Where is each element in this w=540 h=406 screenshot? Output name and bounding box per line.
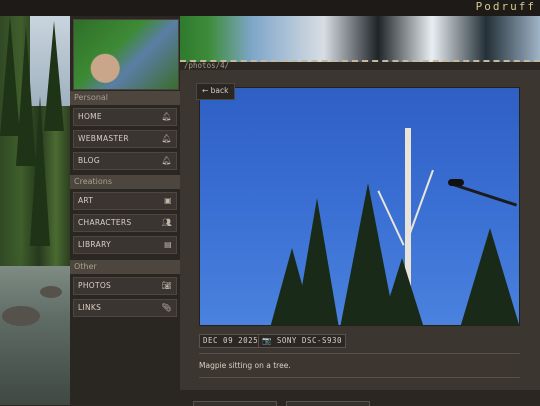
nav-item-label: LINKS xyxy=(78,303,102,312)
site-title: Podruff xyxy=(475,0,536,13)
nav-item-art[interactable]: ART ▣ xyxy=(73,192,177,210)
camera-tag: 📷 SONY DSC-S930 xyxy=(258,334,347,348)
nav-item-blog[interactable]: BLOG 🔔︎ xyxy=(73,152,177,170)
nav-item-label: HOME xyxy=(78,112,102,121)
nav-item-label: PHOTOS xyxy=(78,281,112,290)
nav-item-home[interactable]: HOME 🔔︎ xyxy=(73,108,177,126)
section-header-personal: Personal xyxy=(70,91,180,105)
book-icon: ▤ xyxy=(164,240,172,249)
nav-item-characters[interactable]: CHARACTERS 👥︎ xyxy=(73,214,177,232)
image-icon: ▣ xyxy=(164,196,172,205)
paperclip-icon: 📎︎ xyxy=(161,303,172,312)
nav-item-label: CHARACTERS xyxy=(78,218,132,227)
avatar-image xyxy=(73,19,179,90)
section-header-creations: Creations xyxy=(70,175,180,189)
photo-image xyxy=(199,87,520,326)
section-header-other: Other xyxy=(70,260,180,274)
footer-button-right[interactable] xyxy=(286,401,370,406)
back-button[interactable]: ← back xyxy=(196,83,235,100)
bell-icon: 🔔︎ xyxy=(161,112,172,121)
divider xyxy=(199,353,520,354)
bell-icon: 🔔︎ xyxy=(161,156,172,165)
nav-item-photos[interactable]: PHOTOS 📷︎ xyxy=(73,277,177,295)
divider xyxy=(199,377,520,378)
footer-button-left[interactable] xyxy=(193,401,277,406)
date-tag: DEC 09 2025 xyxy=(199,334,263,348)
users-icon: 👥︎ xyxy=(161,218,172,227)
nav-item-label: WEBMASTER xyxy=(78,134,129,143)
header-banner-image xyxy=(180,16,540,62)
bell-icon: 🔔︎ xyxy=(161,134,172,143)
breadcrumb-path: /photos/4/ xyxy=(184,61,230,70)
nav-item-label: ART xyxy=(78,196,94,205)
nav-item-label: BLOG xyxy=(78,156,100,165)
top-bar: Podruff xyxy=(0,0,540,16)
photo-caption: Magpie sitting on a tree. xyxy=(199,361,291,370)
nav-item-label: LIBRARY xyxy=(78,240,111,249)
nav-item-webmaster[interactable]: WEBMASTER 🔔︎ xyxy=(73,130,177,148)
forest-side-image xyxy=(0,16,70,405)
sidebar: Personal HOME 🔔︎ WEBMASTER 🔔︎ BLOG 🔔︎ Cr… xyxy=(70,16,180,405)
camera-icon: 📷︎ xyxy=(161,281,172,290)
nav-item-links[interactable]: LINKS 📎︎ xyxy=(73,299,177,317)
nav-item-library[interactable]: LIBRARY ▤ xyxy=(73,236,177,254)
